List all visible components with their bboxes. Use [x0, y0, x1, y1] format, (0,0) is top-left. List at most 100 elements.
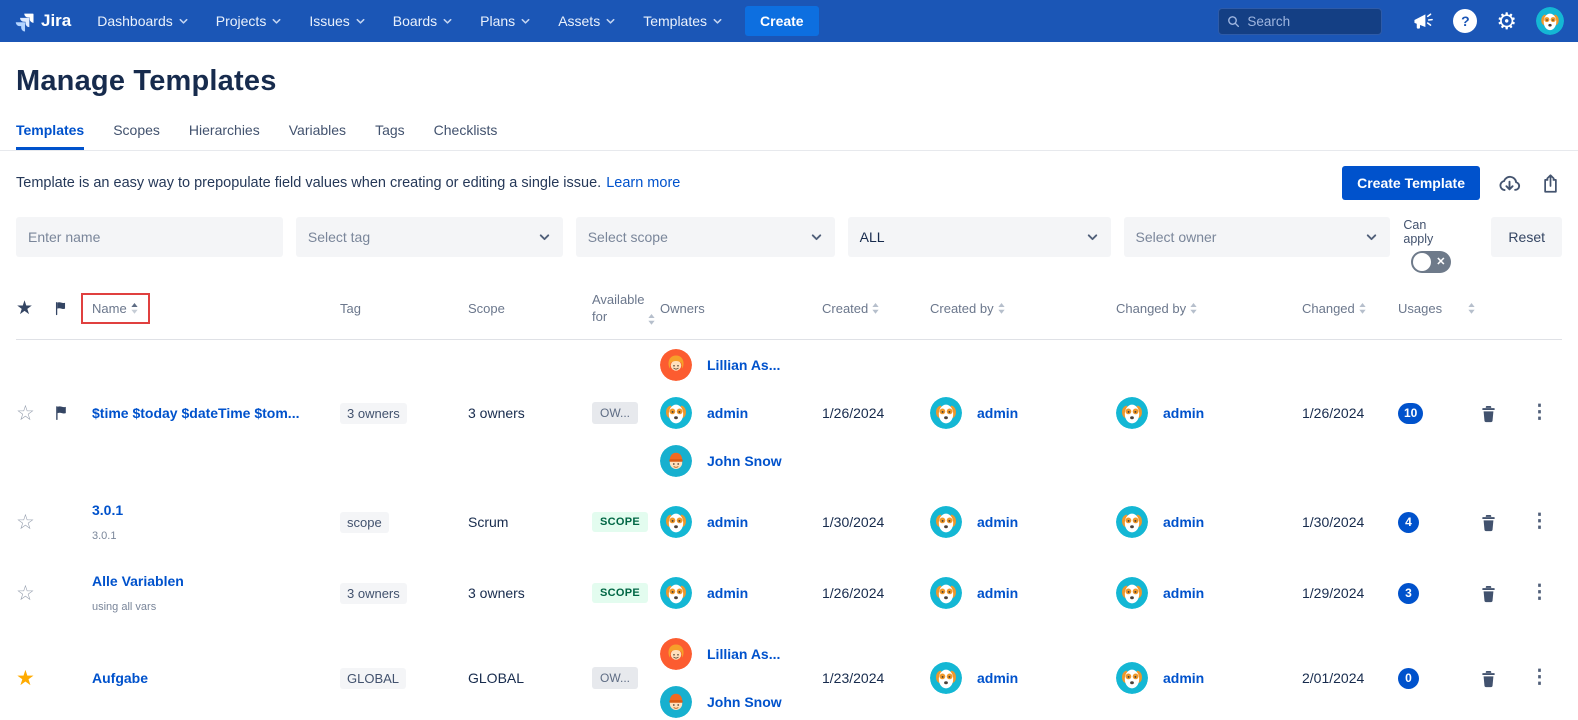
menu-cell: ⋮ — [1530, 582, 1562, 603]
kebab-menu-icon[interactable]: ⋮ — [1530, 582, 1549, 603]
owner-link[interactable]: Lillian As... — [707, 357, 780, 373]
search-input[interactable] — [1247, 13, 1374, 29]
owner-link[interactable]: John Snow — [707, 694, 782, 710]
avatar-dog — [1116, 577, 1148, 609]
tab-scopes[interactable]: Scopes — [113, 122, 160, 150]
user-avatar[interactable] — [1536, 7, 1564, 35]
user-link[interactable]: admin — [1163, 405, 1204, 421]
scope-cell: GLOBAL — [468, 670, 525, 687]
changed-by-cell: admin — [1116, 577, 1302, 609]
avatar-dog — [660, 506, 692, 538]
toolbar: Create Template — [1342, 166, 1562, 200]
nav-item-assets[interactable]: Assets — [558, 13, 616, 29]
kebab-menu-icon[interactable]: ⋮ — [1530, 667, 1549, 688]
owner-link[interactable]: Lillian As... — [707, 646, 780, 662]
filter-row: Select tag Select scope ALL Select owner… — [16, 217, 1562, 273]
name-filter-input[interactable] — [28, 229, 271, 245]
star-outline-icon: ☆ — [16, 581, 35, 605]
nav-item-plans[interactable]: Plans — [480, 13, 531, 29]
header-created[interactable]: Created — [822, 301, 930, 316]
usages-cell: 3 — [1398, 582, 1478, 604]
template-name-link[interactable]: Aufgabe — [92, 670, 340, 686]
trash-icon[interactable] — [1478, 512, 1530, 533]
trash-icon[interactable] — [1478, 403, 1530, 424]
created-by-cell: admin — [930, 577, 1116, 609]
availability-filter-select[interactable]: ALL — [847, 217, 1111, 257]
can-apply-control: Can apply ✕ — [1403, 217, 1459, 273]
scope-cell: 3 owners — [468, 585, 525, 602]
trash-icon[interactable] — [1478, 668, 1530, 689]
jira-logo[interactable]: Jira — [14, 11, 71, 32]
owner-link[interactable]: John Snow — [707, 453, 782, 469]
user-link[interactable]: admin — [977, 405, 1018, 421]
template-name-link[interactable]: $time $today $dateTime $tom... — [92, 405, 340, 421]
can-apply-label: Can apply — [1403, 218, 1434, 246]
trash-icon[interactable] — [1478, 583, 1530, 604]
chevron-down-icon — [605, 16, 616, 27]
scope-filter-select[interactable]: Select scope — [575, 217, 835, 257]
sort-asc-icon — [130, 302, 139, 315]
tab-tags[interactable]: Tags — [375, 122, 405, 150]
sort-icon — [997, 302, 1006, 315]
user-link[interactable]: admin — [1163, 585, 1204, 601]
user-link[interactable]: admin — [977, 670, 1018, 686]
main-content: Manage Templates Templates Scopes Hierar… — [0, 65, 1578, 720]
header-created-by[interactable]: Created by — [930, 301, 1116, 316]
sort-icon — [871, 302, 880, 315]
owner-filter-select[interactable]: Select owner — [1123, 217, 1391, 257]
header-usages[interactable]: Usages — [1398, 301, 1478, 316]
nav-item-boards[interactable]: Boards — [393, 13, 453, 29]
kebab-menu-icon[interactable]: ⋮ — [1530, 402, 1549, 423]
user-link[interactable]: admin — [977, 585, 1018, 601]
template-name-link[interactable]: Alle Variablen — [92, 573, 340, 589]
template-name-link[interactable]: 3.0.1 — [92, 502, 340, 518]
brand-text: Jira — [41, 11, 72, 30]
chevron-down-icon — [442, 16, 453, 27]
star-outline-icon: ☆ — [16, 401, 35, 425]
header-owners: Owners — [660, 301, 705, 317]
header-changed[interactable]: Changed — [1302, 301, 1398, 316]
user-link[interactable]: admin — [977, 514, 1018, 530]
owner-link[interactable]: admin — [707, 405, 748, 421]
nav-item-projects[interactable]: Projects — [216, 13, 283, 29]
star-icon: ★ — [16, 298, 34, 320]
nav-item-templates[interactable]: Templates — [643, 13, 723, 29]
header-changed-by[interactable]: Changed by — [1116, 301, 1302, 316]
star-toggle[interactable]: ☆ — [16, 581, 52, 606]
avatar-dog — [930, 397, 962, 429]
tag-filter-select[interactable]: Select tag — [295, 217, 563, 257]
star-toggle[interactable]: ★ — [16, 666, 52, 691]
help-icon[interactable]: ? — [1453, 9, 1478, 33]
gear-icon[interactable]: ⚙ — [1496, 9, 1517, 33]
megaphone-icon[interactable] — [1411, 10, 1434, 33]
header-available-for[interactable]: Available for — [592, 292, 660, 326]
create-button[interactable]: Create — [745, 6, 819, 36]
create-template-button[interactable]: Create Template — [1342, 166, 1480, 200]
tab-checklists[interactable]: Checklists — [434, 122, 498, 150]
nav-item-issues[interactable]: Issues — [309, 13, 365, 29]
flag-icon — [52, 300, 69, 317]
nav-item-dashboards[interactable]: Dashboards — [97, 13, 189, 29]
available-for-cell: OW... — [592, 667, 660, 690]
learn-more-link[interactable]: Learn more — [606, 175, 680, 191]
star-toggle[interactable]: ☆ — [16, 510, 52, 535]
can-apply-toggle[interactable]: ✕ — [1411, 251, 1452, 273]
tab-hierarchies[interactable]: Hierarchies — [189, 122, 260, 150]
kebab-menu-icon[interactable]: ⋮ — [1530, 511, 1549, 532]
user-link[interactable]: admin — [1163, 514, 1204, 530]
header-name[interactable]: Name — [81, 293, 340, 325]
owner-link[interactable]: admin — [707, 585, 748, 601]
tab-templates[interactable]: Templates — [16, 122, 85, 150]
page-title: Manage Templates — [16, 65, 277, 97]
global-search[interactable] — [1218, 7, 1383, 35]
reset-button[interactable]: Reset — [1491, 217, 1562, 257]
tag-cell: scope — [340, 511, 468, 533]
sort-icon — [1467, 302, 1476, 315]
user-link[interactable]: admin — [1163, 670, 1204, 686]
export-icon[interactable] — [1539, 172, 1562, 195]
star-toggle[interactable]: ☆ — [16, 401, 52, 426]
owner-link[interactable]: admin — [707, 514, 748, 530]
tag-chip: scope — [340, 511, 389, 533]
tab-variables[interactable]: Variables — [289, 122, 346, 150]
cloud-download-icon[interactable] — [1497, 171, 1522, 196]
